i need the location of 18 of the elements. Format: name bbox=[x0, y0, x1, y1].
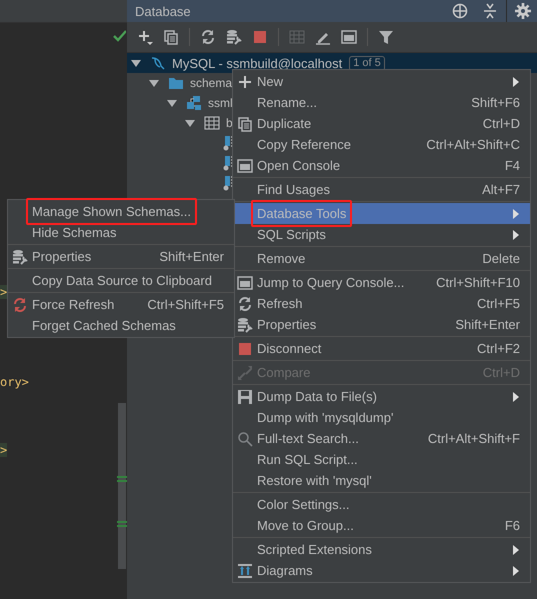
shortcut-text: Ctrl+D bbox=[482, 116, 520, 131]
shortcut-text: Ctrl+Alt+Shift+C bbox=[426, 137, 520, 152]
panel-title: Database bbox=[135, 4, 192, 18]
shortcut-text: F6 bbox=[504, 518, 520, 533]
shortcut-text: Ctrl+Shift+F10 bbox=[436, 275, 520, 290]
code-text: > bbox=[0, 284, 8, 301]
shortcut-text: Shift+Enter bbox=[455, 317, 520, 332]
shortcut-text: Ctrl+F2 bbox=[477, 341, 520, 356]
shortcut-text: Ctrl+Alt+Shift+F bbox=[428, 431, 520, 446]
shortcut-text: Shift+F6 bbox=[471, 95, 520, 110]
shortcut-text: Shift+Enter bbox=[159, 249, 224, 264]
code-text: ory> bbox=[0, 374, 29, 391]
code-text: > bbox=[0, 442, 8, 459]
shortcut-text: Ctrl+Shift+F5 bbox=[147, 297, 224, 312]
shortcut-text: F4 bbox=[504, 158, 520, 173]
shortcut-text: Ctrl+F5 bbox=[477, 296, 520, 311]
shortcut-text: Delete bbox=[482, 251, 520, 266]
shortcut-text: Alt+F7 bbox=[482, 182, 520, 197]
